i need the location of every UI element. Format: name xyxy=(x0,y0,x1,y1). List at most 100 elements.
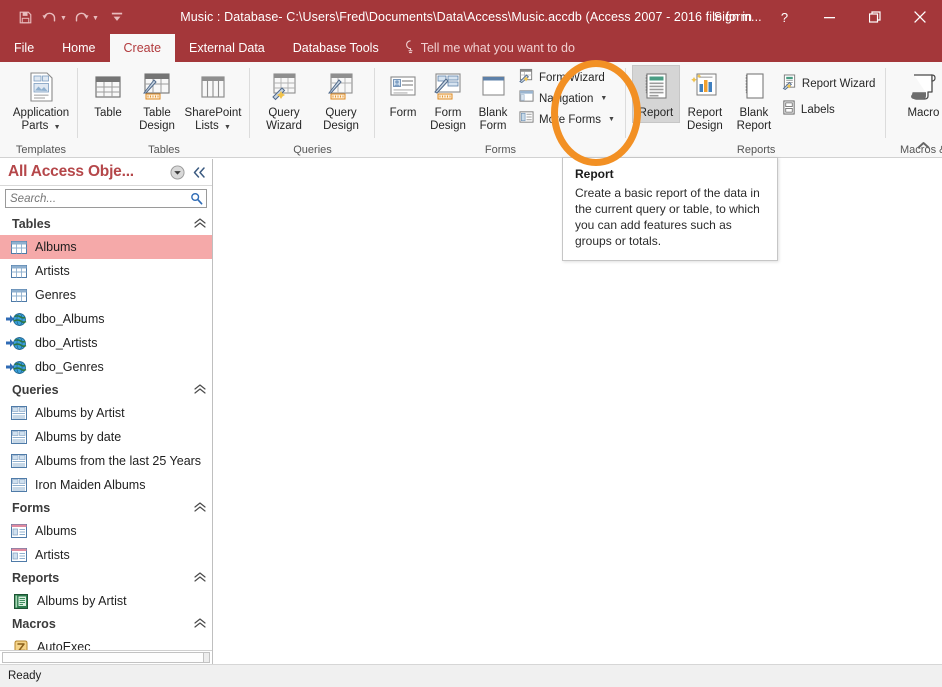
sharepoint-lists-button[interactable]: SharePoint Lists ▼ xyxy=(182,65,244,137)
customize-quick-access-toolbar-icon[interactable] xyxy=(106,5,128,29)
nav-group-header-forms[interactable]: Forms xyxy=(0,497,212,519)
blank-report-button[interactable]: Blank Report xyxy=(730,65,778,135)
help-icon[interactable]: ? xyxy=(762,0,807,34)
macro-label: Macro xyxy=(907,107,940,119)
nav-item-label: Albums by Artist xyxy=(35,406,125,420)
ribbon-group-templates: Application Parts ▼ Templates xyxy=(4,62,78,158)
query-design-label: Query Design xyxy=(323,107,359,132)
nav-item-albums-by-artist-report[interactable]: Albums by Artist xyxy=(0,589,212,613)
nav-item-artists-table[interactable]: Artists xyxy=(0,259,212,283)
tab-create[interactable]: Create xyxy=(109,34,176,62)
chevron-up-icon[interactable] xyxy=(194,217,206,231)
forms-small-buttons: Form Wizard Navigation ▼ More Forms ▼ xyxy=(516,65,620,130)
redo-icon[interactable] xyxy=(70,5,92,29)
search-input[interactable] xyxy=(10,192,189,205)
ribbon-group-title-tables: Tables xyxy=(148,144,180,156)
navigation-dropdown-icon[interactable]: ▼ xyxy=(600,95,607,102)
search-icon[interactable] xyxy=(189,192,204,205)
restore-button[interactable] xyxy=(852,0,897,34)
nav-item-albums-last-25-years-query[interactable]: Albums from the last 25 Years xyxy=(0,449,212,473)
tab-database-tools[interactable]: Database Tools xyxy=(279,34,393,62)
tab-file[interactable]: File xyxy=(0,34,48,62)
titlebar-right-controls: Sign in ? xyxy=(704,0,942,34)
linked-table-globe-icon xyxy=(5,311,27,328)
form-wizard-button[interactable]: Form Wizard xyxy=(516,67,620,88)
sign-in-button[interactable]: Sign in xyxy=(704,10,762,24)
chevron-up-icon[interactable] xyxy=(194,383,206,397)
nav-item-iron-maiden-albums-query[interactable]: Iron Maiden Albums xyxy=(0,473,212,497)
chevron-up-icon[interactable] xyxy=(194,501,206,515)
nav-item-label: Iron Maiden Albums xyxy=(35,478,146,492)
macro-button[interactable]: Macro xyxy=(892,65,942,123)
nav-item-albums-table[interactable]: Albums xyxy=(0,235,212,259)
shutter-bar-close-icon[interactable] xyxy=(190,164,207,181)
chevron-up-icon[interactable] xyxy=(194,617,206,631)
undo-icon[interactable] xyxy=(38,5,60,29)
nav-item-label: Artists xyxy=(35,548,70,562)
nav-item-dbo-albums-linked-table[interactable]: dbo_Albums xyxy=(0,307,212,331)
nav-group-header-reports[interactable]: Reports xyxy=(0,567,212,589)
status-text: Ready xyxy=(8,670,42,682)
table-design-icon xyxy=(141,69,173,105)
application-parts-icon xyxy=(24,69,58,105)
navigation-horizontal-scrollbar[interactable] xyxy=(0,650,212,664)
tab-home[interactable]: Home xyxy=(48,34,109,62)
nav-item-label: dbo_Genres xyxy=(35,360,104,374)
collapse-ribbon-button[interactable] xyxy=(917,141,930,153)
form-design-button[interactable]: Form Design xyxy=(426,65,470,135)
nav-group-header-queries[interactable]: Queries xyxy=(0,379,212,401)
more-forms-label: More Forms xyxy=(539,113,601,126)
close-button[interactable] xyxy=(897,0,942,34)
chevron-down-circle-icon[interactable] xyxy=(169,164,186,181)
search-box[interactable] xyxy=(5,189,207,208)
report-design-button[interactable]: Report Design xyxy=(681,65,729,135)
form-object-icon xyxy=(10,523,27,540)
nav-item-albums-form[interactable]: Albums xyxy=(0,519,212,543)
undo-dropdown-icon[interactable]: ▼ xyxy=(59,5,68,29)
redo-dropdown-icon[interactable]: ▼ xyxy=(91,5,100,29)
report-button[interactable]: Report xyxy=(631,65,680,123)
minimize-button[interactable] xyxy=(807,0,852,34)
tell-me-search[interactable]: Tell me what you want to do xyxy=(393,34,575,62)
nav-item-albums-by-artist-query[interactable]: Albums by Artist xyxy=(0,401,212,425)
save-icon[interactable] xyxy=(14,5,36,29)
query-object-icon xyxy=(10,429,27,446)
labels-button[interactable]: Labels xyxy=(779,97,881,123)
query-object-icon xyxy=(10,453,27,470)
macro-object-icon xyxy=(12,639,29,650)
application-parts-button[interactable]: Application Parts ▼ xyxy=(10,65,72,137)
blank-form-button[interactable]: Blank Form xyxy=(471,65,515,135)
ribbon-group-title-templates: Templates xyxy=(15,144,67,156)
form-button[interactable]: Form xyxy=(381,65,425,123)
navigation-label: Navigation xyxy=(539,92,594,105)
nav-group-header-tables[interactable]: Tables xyxy=(0,213,212,235)
nav-group-header-macros[interactable]: Macros xyxy=(0,613,212,635)
table-icon xyxy=(92,69,124,105)
labels-icon xyxy=(782,100,796,120)
nav-group-label: Tables xyxy=(12,217,51,231)
nav-item-artists-form[interactable]: Artists xyxy=(0,543,212,567)
nav-item-autoexec-macro[interactable]: AutoExec xyxy=(0,635,212,650)
chevron-up-icon[interactable] xyxy=(194,571,206,585)
table-design-button[interactable]: Table Design xyxy=(133,65,181,135)
table-button[interactable]: Table xyxy=(84,65,132,123)
more-forms-dropdown-icon[interactable]: ▼ xyxy=(608,116,615,123)
more-forms-button[interactable]: More Forms ▼ xyxy=(516,109,620,130)
report-wizard-button[interactable]: Report Wizard xyxy=(779,71,881,97)
query-wizard-button[interactable]: Query Wizard xyxy=(256,65,312,135)
navigation-button[interactable]: Navigation ▼ xyxy=(516,88,620,109)
nav-item-dbo-genres-linked-table[interactable]: dbo_Genres xyxy=(0,355,212,379)
nav-item-dbo-artists-linked-table[interactable]: dbo_Artists xyxy=(0,331,212,355)
tab-external-data[interactable]: External Data xyxy=(175,34,279,62)
nav-item-albums-by-date-query[interactable]: Albums by date xyxy=(0,425,212,449)
form-wizard-label: Form Wizard xyxy=(539,71,605,84)
tooltip-body: Create a basic report of the data in the… xyxy=(575,186,760,248)
query-design-button[interactable]: Query Design xyxy=(313,65,369,135)
nav-group-label: Forms xyxy=(12,501,51,515)
form-icon xyxy=(388,69,418,105)
nav-item-genres-table[interactable]: Genres xyxy=(0,283,212,307)
more-forms-icon xyxy=(519,110,534,129)
scrollbar-thumb[interactable] xyxy=(2,652,204,663)
query-wizard-label: Query Wizard xyxy=(266,107,302,132)
scrollbar-grip[interactable] xyxy=(204,652,210,663)
